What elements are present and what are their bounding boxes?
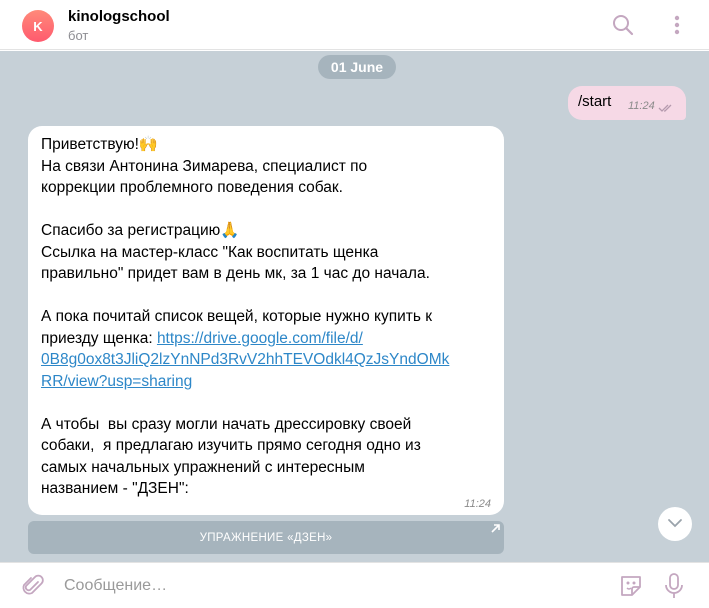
sticker-icon[interactable] (618, 573, 644, 604)
zen-exercise-button-label: УПРАЖНЕНИЕ «ДЗЕН» (199, 531, 333, 544)
avatar[interactable]: K (22, 10, 54, 42)
outgoing-message-text: /start (578, 93, 612, 110)
incoming-message-text: Приветствую!🙌 На связи Антонина Зимарева… (41, 134, 501, 500)
double-check-icon (658, 100, 674, 118)
chat-subtitle: бот (68, 28, 89, 43)
message-composer (0, 562, 709, 608)
chat-header: K kinologschool бот (0, 0, 709, 50)
incoming-message-time: 11:24 (464, 498, 491, 510)
message-text-part-2: А чтобы вы сразу могли начать дрессировк… (41, 415, 421, 497)
chevron-down-icon (667, 515, 683, 533)
message-text-part-1: Приветствую!🙌 На связи Антонина Зимарева… (41, 136, 433, 347)
chat-title[interactable]: kinologschool (68, 8, 170, 25)
external-arrow-icon (491, 524, 500, 536)
outgoing-message[interactable]: /start 11:24 (568, 86, 686, 120)
more-vertical-icon[interactable] (664, 12, 690, 38)
incoming-message[interactable]: Приветствую!🙌 На связи Антонина Зимарева… (28, 126, 504, 515)
message-input[interactable] (64, 573, 584, 599)
paperclip-icon[interactable] (22, 574, 44, 603)
microphone-icon[interactable] (664, 572, 684, 605)
search-icon[interactable] (610, 12, 636, 38)
scroll-down-button[interactable] (658, 507, 692, 541)
outgoing-message-time: 11:24 (628, 100, 655, 112)
message-list[interactable]: 01 June /start 11:24 Приветствую!🙌 На св… (0, 51, 709, 562)
zen-exercise-button[interactable]: УПРАЖНЕНИЕ «ДЗЕН» (28, 521, 504, 554)
date-separator: 01 June (318, 55, 396, 79)
